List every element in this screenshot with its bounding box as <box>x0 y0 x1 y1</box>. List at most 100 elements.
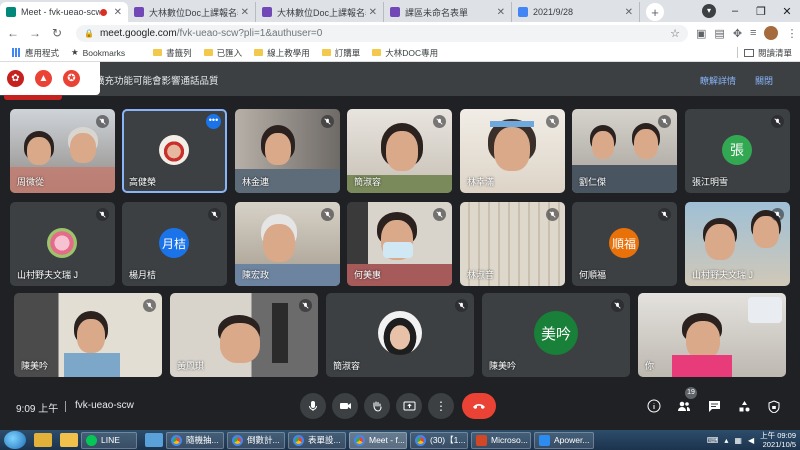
participant-name: 簡淑容 <box>354 177 382 187</box>
participant-tile[interactable]: 山村野夫文瑞 J <box>685 202 790 286</box>
self-view-tile[interactable]: 你 <box>638 293 786 377</box>
tab-forms-1[interactable]: 大林數位Doc上課報名表 ✕ <box>128 2 256 22</box>
dismiss-link[interactable]: 關閉 <box>755 74 773 87</box>
participant-tile[interactable]: 順福 何順福 <box>572 202 677 286</box>
profile-avatar[interactable] <box>764 26 779 40</box>
participant-tile[interactable]: 簡淑容 <box>347 109 452 193</box>
start-button[interactable] <box>4 431 26 449</box>
network-icon[interactable]: ▦ <box>734 436 742 445</box>
bookmark-folder[interactable]: 線上教學用 <box>254 47 310 59</box>
close-icon[interactable]: ✕ <box>497 7 505 18</box>
lock-icon: 🔒 <box>84 28 94 38</box>
participant-tile[interactable]: 周微從 <box>10 109 115 193</box>
bookmark-star-icon[interactable]: ☆ <box>670 27 680 40</box>
keyboard-icon[interactable]: ⌨ <box>707 436 719 445</box>
folder-icon <box>153 49 163 56</box>
more-options-button[interactable]: ⋮ <box>428 393 454 419</box>
participant-tile[interactable]: 張 張江明雪 <box>685 109 790 193</box>
extensions-icon[interactable]: ✥ <box>733 27 742 40</box>
bookmark-folder[interactable]: 大林DOC專用 <box>372 47 438 59</box>
tv-icon[interactable]: ▤ <box>714 27 724 40</box>
more-options-icon[interactable]: ••• <box>206 114 221 129</box>
folder-icon <box>321 49 331 56</box>
taskbar-item-chrome[interactable]: 表單設... <box>288 431 346 449</box>
participant-name: 林金連 <box>242 177 270 187</box>
taskbar-item-chrome[interactable]: 隨機抽... <box>166 431 224 449</box>
learn-more-link[interactable]: 瞭解詳情 <box>700 74 736 87</box>
participant-tile[interactable]: 林金連 <box>235 109 340 193</box>
participant-tile[interactable]: 黃鳳琪 <box>170 293 318 377</box>
tab-docs[interactable]: 2021/9/28 ✕ <box>512 2 640 22</box>
camera-button[interactable] <box>332 393 358 419</box>
new-tab-button[interactable]: + <box>646 3 664 21</box>
participant-tile[interactable]: 林淑音 <box>460 202 565 286</box>
window-close-icon[interactable]: ✕ <box>774 5 800 18</box>
participant-tile[interactable]: 山村野夫文瑞 J <box>10 202 115 286</box>
avatar: 順福 <box>609 228 639 258</box>
bookmark-folder[interactable]: 書籤列 <box>153 47 192 59</box>
forward-icon[interactable]: → <box>26 26 44 40</box>
taskbar-item-line[interactable]: LINE <box>81 431 137 449</box>
mic-off-icon <box>321 208 334 221</box>
participant-tile[interactable]: 陳宏政 <box>235 202 340 286</box>
bookmark-folder[interactable]: 訂購單 <box>321 47 360 59</box>
chat-button[interactable] <box>705 397 723 415</box>
bookmark-folder[interactable]: 已匯入 <box>203 47 242 59</box>
participant-tile[interactable]: 何美惠 <box>347 202 452 286</box>
browser-tab-strip: Meet - fvk-ueao-scw ✕ 大林數位Doc上課報名表 ✕ 大林數… <box>0 0 800 22</box>
participant-tile[interactable]: 陳美吟 <box>14 293 162 377</box>
close-icon[interactable]: ✕ <box>241 7 249 18</box>
bookmark-label: 書籤列 <box>166 47 192 58</box>
menu-icon[interactable]: ⋮ <box>786 27 797 40</box>
tab-forms-2[interactable]: 大林數位Doc上課報名表 ✕ <box>256 2 384 22</box>
present-button[interactable] <box>396 393 422 419</box>
media-icon[interactable]: ≡ <box>750 27 756 39</box>
back-icon[interactable]: ← <box>4 26 22 40</box>
taskbar-label: 表單設... <box>308 435 341 445</box>
maximize-icon[interactable]: ❐ <box>748 5 774 18</box>
bookmark-apps[interactable]: 應用程式 <box>12 47 59 59</box>
taskbar-item-office[interactable]: Microso... <box>471 431 531 449</box>
system-clock[interactable]: 上午 09:09 2021/10/5 <box>760 431 796 449</box>
participant-tile[interactable]: 劉仁傑 <box>572 109 677 193</box>
microphone-button[interactable] <box>300 393 326 419</box>
tab-search-icon[interactable]: ▾ <box>702 4 716 18</box>
taskbar-item-chrome-active[interactable]: Meet - f... <box>349 431 407 449</box>
mic-icon <box>309 401 317 411</box>
participant-tile[interactable]: 美吟 陳美吟 <box>482 293 630 377</box>
volume-icon[interactable]: ◀ <box>748 436 754 445</box>
badge-icon[interactable]: ✿ <box>7 70 24 87</box>
raise-hand-button[interactable] <box>364 393 390 419</box>
close-icon[interactable]: ✕ <box>625 7 633 18</box>
media-player-icon[interactable] <box>34 433 52 447</box>
camera-indicator-icon[interactable]: ▣ <box>696 27 706 40</box>
taskbar-item-apowersoft[interactable]: Apower... <box>534 431 594 449</box>
star-badge-icon[interactable]: ✪ <box>63 70 80 87</box>
participant-tile[interactable]: 簡淑容 <box>326 293 474 377</box>
app-icon[interactable] <box>145 433 163 447</box>
address-bar[interactable]: 🔒 meet.google.com/fvk-ueao-scw?pli=1&aut… <box>76 24 688 42</box>
tab-meet[interactable]: Meet - fvk-ueao-scw ✕ <box>0 2 128 22</box>
people-button[interactable] <box>675 397 693 415</box>
taskbar-item-chrome[interactable]: 倒數計... <box>227 431 285 449</box>
activities-button[interactable] <box>735 397 753 415</box>
tab-forms-3[interactable]: 課區未命名表單 ✕ <box>384 2 512 22</box>
close-icon[interactable]: ✕ <box>369 7 377 18</box>
taskbar-item-chrome[interactable]: (30)【1... <box>410 431 468 449</box>
participant-tile[interactable]: 林幸滿 <box>460 109 565 193</box>
mic-off-icon <box>771 208 784 221</box>
host-controls-button[interactable] <box>765 397 783 415</box>
participant-tile[interactable]: 月桔 楊月桔 <box>122 202 227 286</box>
minimize-icon[interactable]: – <box>722 5 748 17</box>
reload-icon[interactable]: ↻ <box>48 26 66 40</box>
tray-arrow-icon[interactable]: ▴ <box>724 436 728 445</box>
close-icon[interactable]: ✕ <box>114 7 122 18</box>
bookmark-bookmarks[interactable]: ★ Bookmarks <box>71 47 125 58</box>
extension-popup: ✿ ▲ ✪ <box>0 62 100 95</box>
meeting-info-button[interactable] <box>645 397 663 415</box>
file-explorer-icon[interactable] <box>60 433 78 447</box>
triangle-icon[interactable]: ▲ <box>35 70 52 87</box>
participant-tile[interactable]: ••• 高健榮 <box>122 109 227 193</box>
reading-list[interactable]: 閱讀清單 <box>736 47 792 59</box>
leave-call-button[interactable] <box>462 393 496 419</box>
